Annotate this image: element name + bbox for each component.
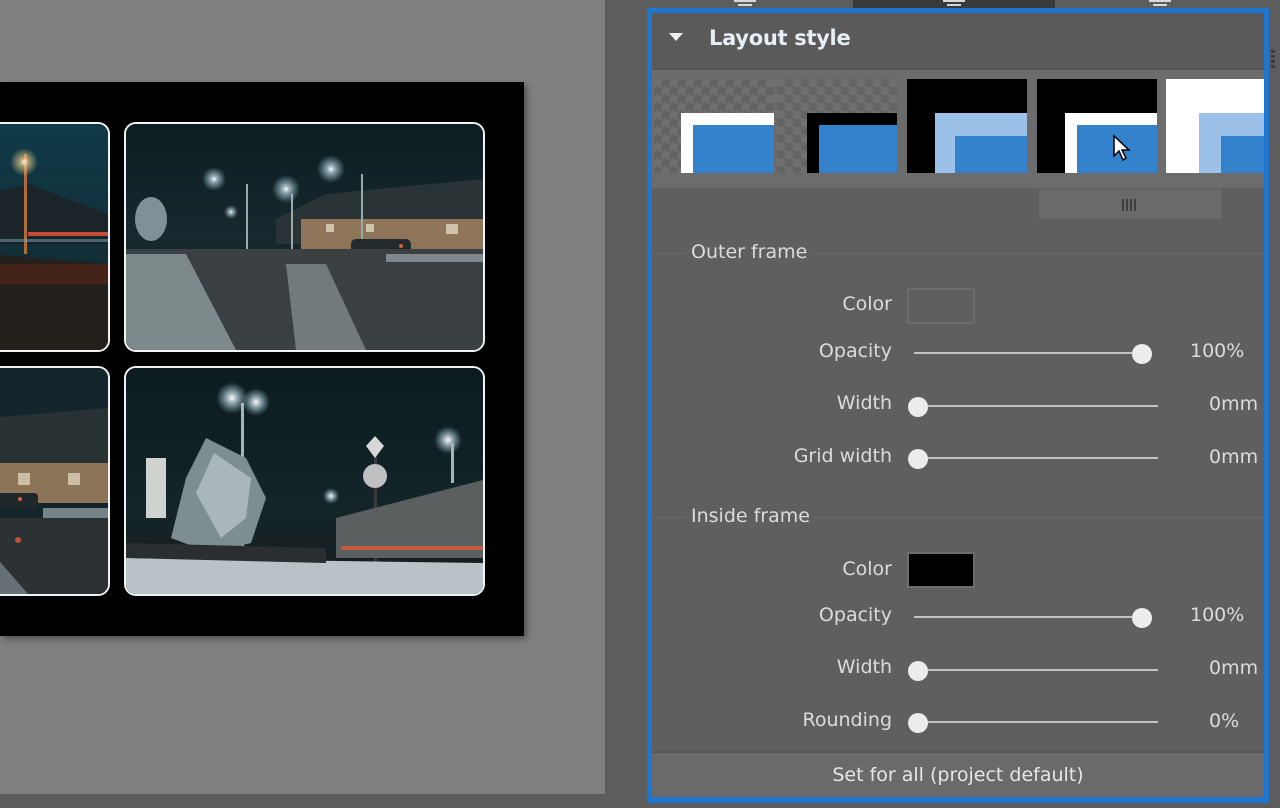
- slider-knob[interactable]: [908, 661, 928, 681]
- photo-snowy-street: [126, 124, 483, 350]
- grip-icon: [1122, 199, 1138, 211]
- slider-knob[interactable]: [908, 397, 928, 417]
- align-icon: [943, 0, 965, 7]
- photo-slot-3[interactable]: [0, 366, 110, 596]
- canvas-bottom-strip: [0, 794, 605, 808]
- inside-rounding-label: Rounding: [802, 709, 893, 731]
- outer-grid-width-slider[interactable]: [908, 448, 1158, 469]
- outer-opacity-value: 100%: [1190, 340, 1245, 362]
- collapse-arrow-icon[interactable]: [669, 33, 683, 41]
- panel-splitter[interactable]: [605, 0, 647, 808]
- thumbnails-scrollbar[interactable]: [1039, 189, 1222, 219]
- inside-rounding-value: 0%: [1209, 710, 1240, 732]
- slider-knob[interactable]: [1132, 608, 1152, 628]
- photo-slot-1[interactable]: [0, 122, 110, 352]
- style-thumb-white-lightblue[interactable]: [1166, 79, 1264, 173]
- outer-frame-title: Outer frame: [686, 241, 813, 263]
- outer-color-label: Color: [842, 293, 892, 315]
- inside-frame-title: Inside frame: [686, 505, 815, 527]
- style-thumb-transparent-white[interactable]: [654, 79, 774, 173]
- outer-color-swatch[interactable]: [907, 288, 975, 324]
- align-icon: [1149, 0, 1171, 7]
- inside-width-value: 0mm: [1209, 657, 1259, 679]
- photo-slot-4[interactable]: [124, 366, 485, 596]
- slider-knob[interactable]: [908, 713, 928, 733]
- style-thumb-black-lightblue[interactable]: [907, 79, 1027, 173]
- resize-grip-icon[interactable]: [1271, 50, 1275, 68]
- panel-header[interactable]: Layout style: [652, 13, 1264, 70]
- photo-slot-2[interactable]: [124, 122, 485, 352]
- outer-grid-width-value: 0mm: [1209, 446, 1259, 468]
- layout-style-panel: Layout style Outer frame Color Opacity 1…: [647, 8, 1269, 803]
- outer-grid-width-label: Grid width: [793, 445, 892, 467]
- outer-opacity-slider[interactable]: [908, 343, 1158, 364]
- slider-knob[interactable]: [908, 449, 928, 469]
- inside-color-swatch[interactable]: [907, 552, 975, 588]
- panel-title: Layout style: [709, 26, 851, 50]
- inside-rounding-slider[interactable]: [908, 712, 1158, 733]
- inside-width-label: Width: [836, 656, 892, 678]
- photo-night-street-lamp: [0, 124, 108, 350]
- photo-snowy-tree-truck: [126, 368, 483, 594]
- outer-opacity-label: Opacity: [818, 340, 892, 362]
- style-thumb-black-white[interactable]: [1037, 79, 1157, 173]
- photo-houses-night: [0, 368, 108, 594]
- inside-width-slider[interactable]: [908, 660, 1158, 681]
- align-icon: [734, 0, 756, 7]
- mouse-cursor-icon: [1113, 134, 1131, 162]
- outer-width-slider[interactable]: [908, 396, 1158, 417]
- inside-color-label: Color: [842, 558, 892, 580]
- inside-opacity-value: 100%: [1190, 604, 1245, 626]
- inside-opacity-label: Opacity: [818, 604, 892, 626]
- collage-page[interactable]: [0, 82, 524, 636]
- outer-width-label: Width: [836, 392, 892, 414]
- style-thumb-transparent-black[interactable]: [777, 79, 897, 173]
- outer-width-value: 0mm: [1209, 393, 1259, 415]
- inside-opacity-slider[interactable]: [908, 607, 1158, 628]
- canvas-area: [0, 0, 605, 794]
- style-thumbnails: [652, 70, 1264, 188]
- set-for-all-button[interactable]: Set for all (project default): [652, 751, 1264, 797]
- slider-knob[interactable]: [1132, 344, 1152, 364]
